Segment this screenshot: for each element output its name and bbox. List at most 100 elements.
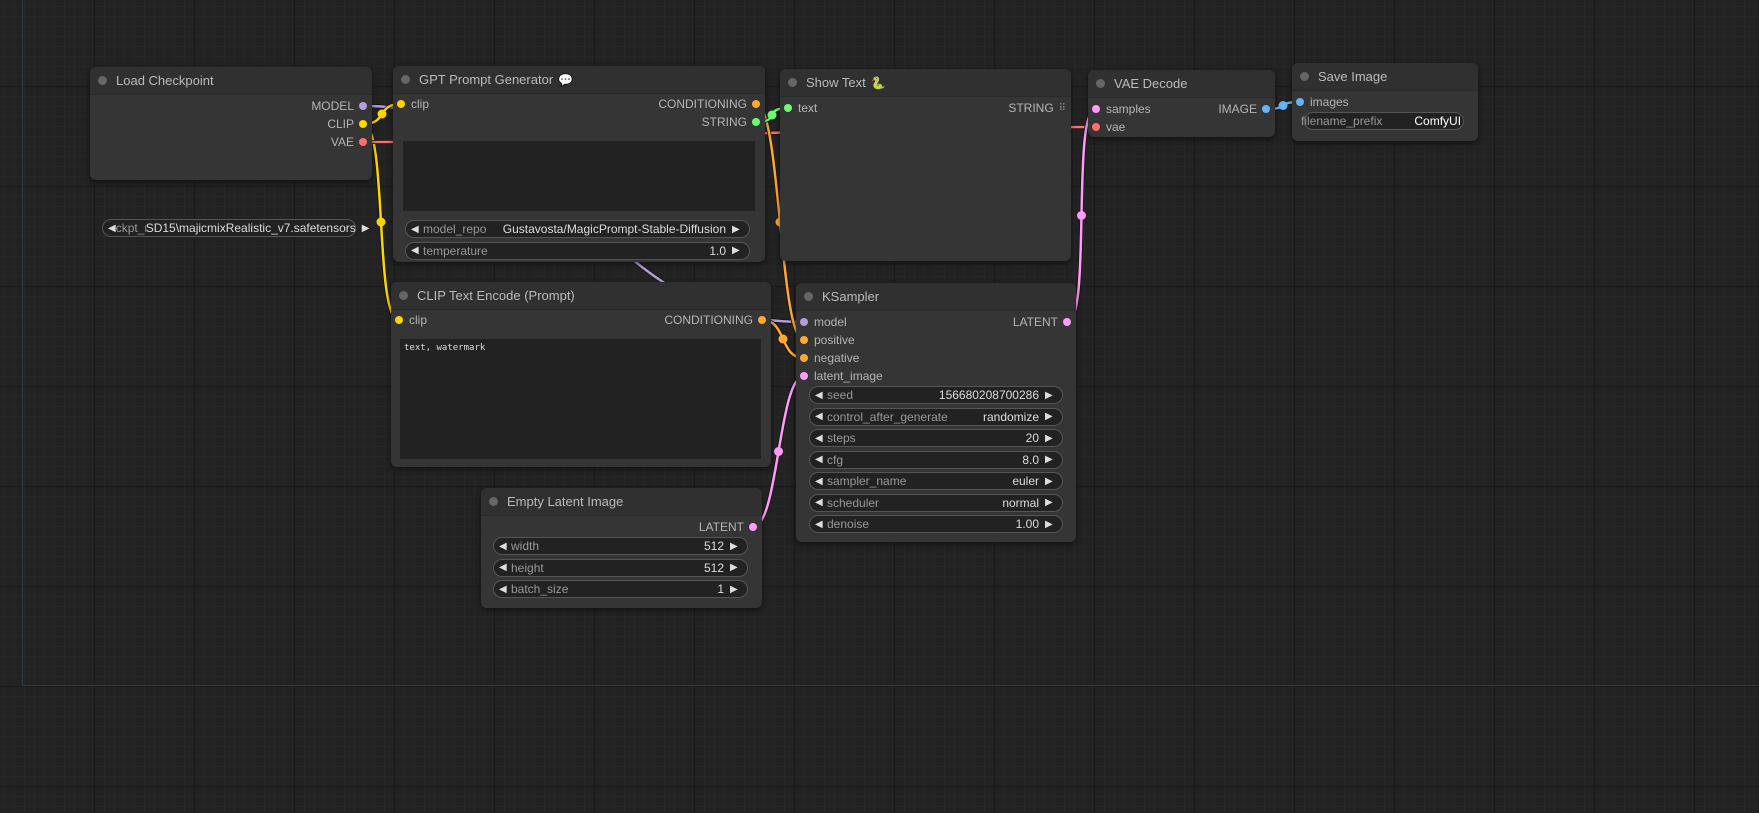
decrement-arrow-icon[interactable]: ◀	[499, 562, 511, 573]
images-connector-icon[interactable]	[1296, 98, 1304, 106]
output-slot-string[interactable]: STRING ⠿	[1008, 100, 1066, 116]
input-slot-text[interactable]: text	[784, 100, 817, 116]
widget-value[interactable]: 1.00	[1016, 517, 1039, 531]
increment-arrow-icon[interactable]: ▶	[730, 584, 742, 595]
widget-cfg[interactable]: ◀ cfg 8.0 ▶	[809, 450, 1063, 469]
decrement-arrow-icon[interactable]: ◀	[815, 454, 827, 465]
link-midpoint-handle[interactable]	[376, 217, 386, 227]
string-connector-icon[interactable]	[752, 118, 760, 126]
node-title-bar[interactable]: CLIP Text Encode (Prompt)	[391, 282, 771, 310]
node-gpt-prompt[interactable]: GPT Prompt Generator 💬 clip CONDITIONING STR…	[393, 66, 765, 262]
widget-batch-size[interactable]: ◀ batch_size 1 ▶	[493, 580, 748, 598]
widget-value[interactable]: 512	[704, 539, 724, 553]
collapse-dot-icon[interactable]	[401, 75, 410, 84]
input-slot-positive[interactable]: positive	[800, 332, 855, 348]
input-slot-samples[interactable]: samples	[1092, 101, 1151, 117]
collapse-dot-icon[interactable]	[489, 497, 498, 506]
input-slot-clip[interactable]: clip	[395, 312, 427, 328]
widget-value[interactable]: normal	[1002, 496, 1039, 510]
collapse-dot-icon[interactable]	[98, 76, 107, 85]
input-slot-vae[interactable]: vae	[1092, 119, 1125, 135]
collapse-dot-icon[interactable]	[788, 78, 797, 87]
input-slot-model[interactable]: model	[800, 314, 847, 330]
collapse-dot-icon[interactable]	[804, 292, 813, 301]
model-connector-icon[interactable]	[800, 318, 808, 326]
node-title-bar[interactable]: Save Image	[1292, 63, 1478, 91]
decrement-arrow-icon[interactable]: ◀	[815, 476, 827, 487]
decrement-arrow-icon[interactable]: ◀	[411, 245, 423, 256]
output-slot-latent[interactable]: LATENT	[1013, 314, 1071, 330]
node-save-image[interactable]: Save Image images filename_prefix ComfyUI	[1292, 63, 1478, 141]
widget-value[interactable]: randomize	[983, 410, 1039, 424]
string-connector-icon[interactable]: ⠿	[1059, 103, 1066, 114]
widget-steps[interactable]: ◀ steps 20 ▶	[809, 429, 1063, 447]
increment-arrow-icon[interactable]: ▶	[732, 245, 744, 256]
widget-value[interactable]: 8.0	[1022, 453, 1039, 467]
widget-value[interactable]: euler	[1012, 474, 1039, 488]
decrement-arrow-icon[interactable]: ◀	[815, 519, 827, 530]
node-title-bar[interactable]: VAE Decode	[1088, 70, 1275, 98]
collapse-dot-icon[interactable]	[399, 291, 408, 300]
increment-arrow-icon[interactable]: ▶	[730, 562, 742, 573]
increment-arrow-icon[interactable]: ▶	[1045, 519, 1057, 530]
link-midpoint-handle[interactable]	[767, 110, 777, 120]
increment-arrow-icon[interactable]: ▶	[730, 541, 742, 552]
input-slot-negative[interactable]: negative	[800, 350, 859, 366]
latent-connector-icon[interactable]	[1063, 318, 1071, 326]
widget-denoise[interactable]: ◀ denoise 1.00 ▶	[809, 515, 1063, 533]
increment-arrow-icon[interactable]: ▶	[1045, 454, 1057, 465]
link-midpoint-handle[interactable]	[1278, 101, 1288, 110]
negative-connector-icon[interactable]	[800, 354, 808, 362]
node-empty-latent[interactable]: Empty Latent Image LATENT ◀ width 512 ▶ ◀ heigh…	[481, 488, 762, 608]
decrement-arrow-icon[interactable]: ◀	[815, 390, 827, 401]
node-load-checkpoint[interactable]: Load Checkpoint MODEL CLIP VAE ◀ckpt_nameSD1…	[90, 67, 372, 237]
node-ksampler[interactable]: KSampler model positive negative latent_imag…	[796, 283, 1076, 542]
positive-connector-icon[interactable]	[800, 336, 808, 344]
node-vae-decode[interactable]: VAE Decode samples vae IMAGE	[1088, 70, 1275, 137]
output-slot-conditioning[interactable]: CONDITIONING	[664, 312, 766, 328]
widget-value[interactable]: 1.0	[709, 244, 726, 258]
increment-arrow-icon[interactable]: ▶	[1045, 411, 1057, 422]
conditioning-connector-icon[interactable]	[758, 316, 766, 324]
decrement-arrow-icon[interactable]: ◀	[499, 541, 511, 552]
node-title-bar[interactable]: GPT Prompt Generator 💬	[393, 66, 765, 94]
output-slot-string[interactable]: STRING	[702, 114, 760, 130]
input-slot-images[interactable]: images	[1296, 94, 1349, 110]
widget-value[interactable]: SD15\majicmixRealistic_v7.safetensors	[146, 221, 356, 235]
samples-connector-icon[interactable]	[1092, 105, 1100, 113]
increment-arrow-icon[interactable]: ▶	[1045, 497, 1057, 508]
decrement-arrow-icon[interactable]: ◀	[411, 224, 423, 235]
widget-control-after-generate[interactable]: ◀ control_after_generate randomize ▶	[809, 407, 1063, 426]
latent_image-connector-icon[interactable]	[800, 372, 808, 380]
input-slot-clip[interactable]: clip	[397, 96, 429, 112]
increment-arrow-icon[interactable]: ▶	[1045, 433, 1057, 444]
widget-value[interactable]: 512	[704, 561, 724, 575]
conditioning-connector-icon[interactable]	[752, 100, 760, 108]
link-midpoint-handle[interactable]	[1077, 211, 1086, 220]
clip-connector-icon[interactable]	[359, 120, 367, 128]
decrement-arrow-icon[interactable]: ◀	[815, 497, 827, 508]
output-slot-clip[interactable]: CLIP	[327, 116, 367, 132]
output-slot-model[interactable]: MODEL	[311, 98, 367, 114]
latent-connector-icon[interactable]	[749, 523, 757, 531]
output-slot-latent[interactable]: LATENT	[699, 519, 757, 535]
widget-value[interactable]: ComfyUI	[1414, 114, 1461, 128]
node-show-text[interactable]: Show Text 🐍 text STRING ⠿	[780, 69, 1071, 261]
image-connector-icon[interactable]	[1262, 105, 1270, 113]
collapse-dot-icon[interactable]	[1300, 72, 1309, 81]
widget-value[interactable]: 1	[717, 582, 724, 596]
node-clip-text-encode[interactable]: CLIP Text Encode (Prompt) clip CONDITIONIN…	[391, 282, 771, 467]
increment-arrow-icon[interactable]: ▶	[362, 223, 370, 234]
widget-scheduler[interactable]: ◀ scheduler normal ▶	[809, 493, 1063, 512]
widget-filename-prefix[interactable]: filename_prefix ComfyUI	[1301, 112, 1464, 130]
output-slot-image[interactable]: IMAGE	[1218, 101, 1270, 117]
collapse-dot-icon[interactable]	[1096, 79, 1105, 88]
widget-seed[interactable]: ◀ seed 156680208700286 ▶	[809, 386, 1063, 404]
model-connector-icon[interactable]	[359, 102, 367, 110]
decrement-arrow-icon[interactable]: ◀	[108, 223, 116, 234]
decrement-arrow-icon[interactable]: ◀	[815, 411, 827, 422]
node-title-bar[interactable]: Show Text 🐍	[780, 69, 1071, 97]
text-connector-icon[interactable]	[784, 104, 792, 112]
node-title-bar[interactable]: KSampler	[796, 283, 1076, 311]
prompt-textarea[interactable]	[403, 141, 755, 211]
